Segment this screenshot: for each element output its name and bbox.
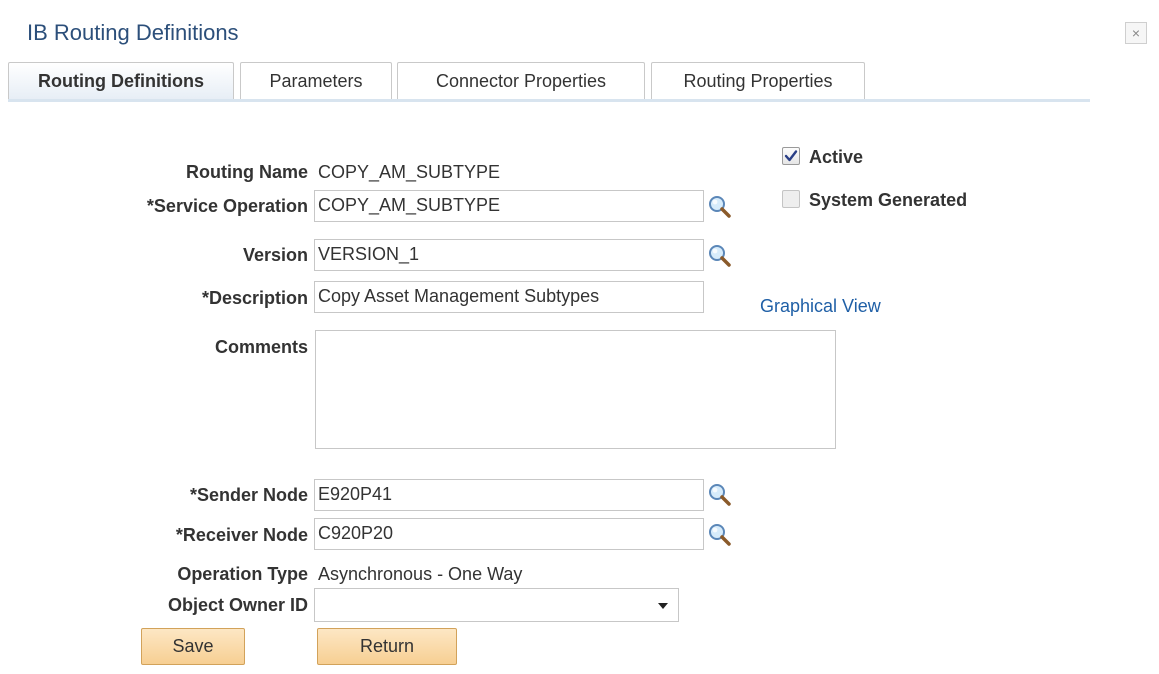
object-owner-id-select[interactable] (314, 588, 679, 622)
receiver-node-label: *Receiver Node (175, 525, 308, 545)
close-icon: × (1131, 25, 1141, 41)
graphical-view-link[interactable]: Graphical View (760, 296, 881, 317)
comments-textarea[interactable] (315, 330, 836, 449)
description-label: *Description (201, 288, 308, 308)
receiver-node-input[interactable]: C920P20 (314, 518, 704, 550)
tab-bar: Routing Definitions Parameters Connector… (8, 62, 1090, 102)
comments-label: Comments (214, 337, 308, 357)
version-lookup-icon[interactable] (707, 243, 731, 267)
chevron-down-icon (658, 603, 668, 609)
save-button[interactable]: Save (141, 628, 245, 665)
receiver-node-lookup-icon[interactable] (707, 522, 731, 546)
operation-type-label: Operation Type (177, 564, 308, 584)
page-title: IB Routing Definitions (27, 20, 239, 45)
tab-label: Parameters (269, 70, 363, 91)
active-checkbox[interactable] (782, 147, 800, 165)
tab-connector-properties[interactable]: Connector Properties (397, 62, 645, 99)
version-input[interactable]: VERSION_1 (314, 239, 704, 271)
sender-node-lookup-icon[interactable] (707, 482, 731, 506)
close-button[interactable]: × (1125, 22, 1147, 44)
tab-label: Routing Properties (683, 70, 833, 91)
checkmark-icon (784, 150, 798, 162)
ib-routing-definitions-page: IB Routing Definitions × Routing Definit… (0, 0, 1159, 674)
system-generated-label: System Generated (809, 190, 968, 210)
description-input[interactable]: Copy Asset Management Subtypes (314, 281, 704, 313)
return-button[interactable]: Return (317, 628, 457, 665)
object-owner-id-label: Object Owner ID (167, 595, 308, 615)
sender-node-label: *Sender Node (189, 485, 308, 505)
routing-name-value: COPY_AM_SUBTYPE (318, 162, 501, 182)
service-operation-input[interactable]: COPY_AM_SUBTYPE (314, 190, 704, 222)
operation-type-value: Asynchronous - One Way (318, 564, 523, 584)
tab-label: Routing Definitions (38, 70, 204, 91)
tab-routing-definitions[interactable]: Routing Definitions (8, 62, 234, 99)
system-generated-checkbox[interactable] (782, 190, 800, 208)
active-label: Active (809, 147, 864, 167)
sender-node-input[interactable]: E920P41 (314, 479, 704, 511)
tab-parameters[interactable]: Parameters (240, 62, 392, 99)
tab-label: Connector Properties (435, 70, 607, 91)
routing-name-label: Routing Name (185, 162, 308, 182)
tab-routing-properties[interactable]: Routing Properties (651, 62, 865, 99)
service-operation-lookup-icon[interactable] (707, 194, 731, 218)
service-operation-label: *Service Operation (146, 196, 308, 216)
version-label: Version (242, 245, 308, 265)
